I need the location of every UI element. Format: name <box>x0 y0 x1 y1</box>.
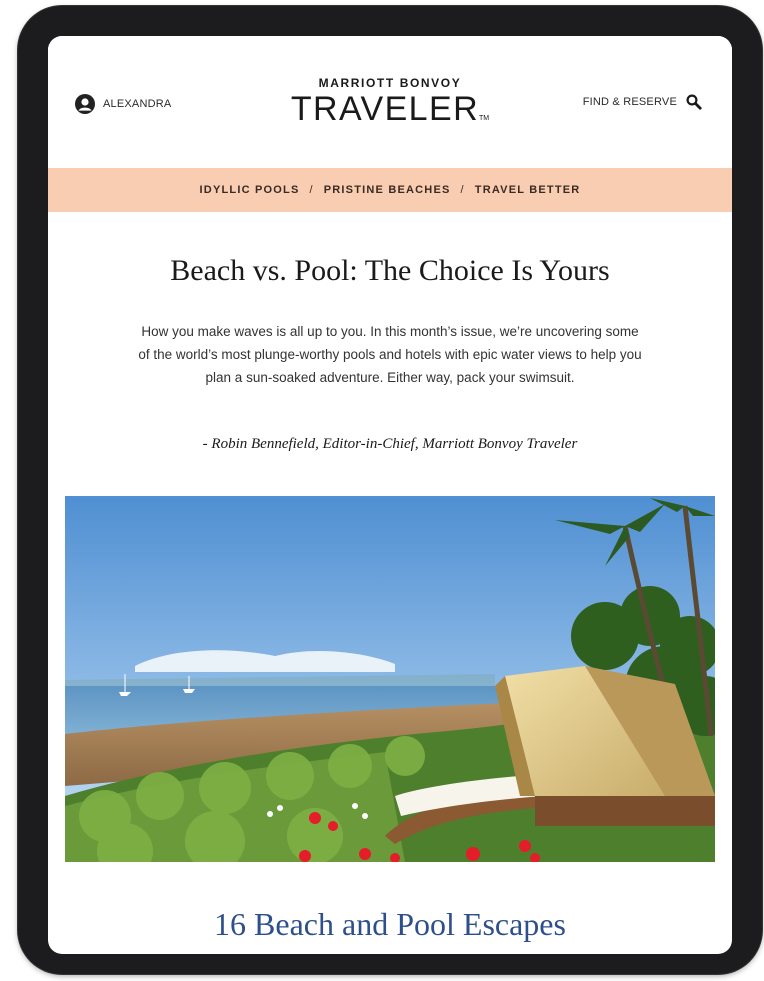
hero-illustration <box>65 496 715 862</box>
brand-wordmark: TRAVELER <box>290 90 480 128</box>
tablet-frame: ALEXANDRA MARRIOTT BONVOY TRAVELERTM FIN… <box>18 6 762 974</box>
tablet-screen: ALEXANDRA MARRIOTT BONVOY TRAVELERTM FIN… <box>48 36 732 954</box>
category-nav: IDYLLIC POOLS / PRISTINE BEACHES / TRAVE… <box>48 168 732 212</box>
search-icon <box>686 94 702 110</box>
nav-item-pristine-beaches[interactable]: PRISTINE BEACHES <box>324 184 451 196</box>
find-reserve-label: FIND & RESERVE <box>582 96 677 108</box>
section-title: 16 Beach and Pool Escapes <box>214 906 566 942</box>
nav-separator: / <box>460 184 465 196</box>
nav-item-idyllic-pools[interactable]: IDYLLIC POOLS <box>200 184 300 196</box>
article-intro: How you make waves is all up to you. In … <box>138 324 642 385</box>
find-reserve-link[interactable]: FIND & RESERVE <box>583 94 702 110</box>
nav-separator: / <box>309 184 314 196</box>
brand-trademark: TM <box>479 115 490 122</box>
site-header: ALEXANDRA MARRIOTT BONVOY TRAVELERTM FIN… <box>48 36 732 168</box>
brand-top-line: MARRIOTT BONVOY <box>318 76 462 90</box>
nav-item-travel-better[interactable]: TRAVEL BETTER <box>475 184 581 196</box>
article-headline: Beach vs. Pool: The Choice Is Yours <box>170 254 610 287</box>
article-byline: - Robin Bennefield, Editor-in-Chief, Mar… <box>202 436 578 452</box>
hero-image-beach-cabanas[interactable] <box>65 496 715 862</box>
